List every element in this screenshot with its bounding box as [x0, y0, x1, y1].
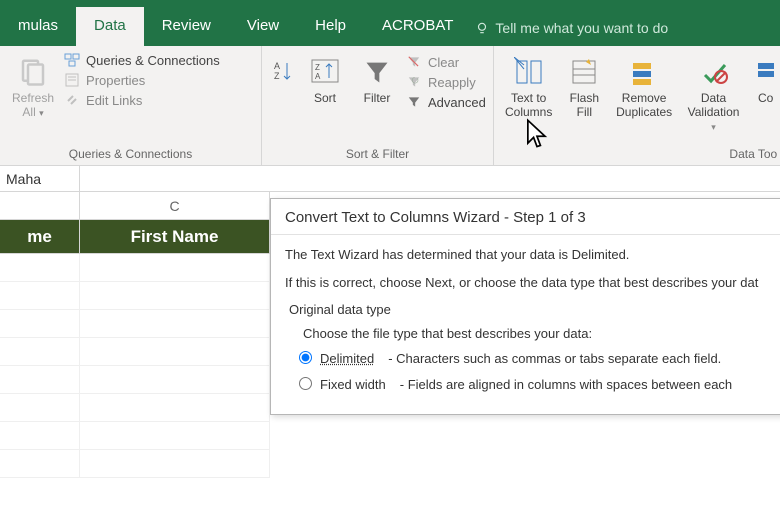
- clear-filter-button[interactable]: Clear: [406, 54, 486, 70]
- header-cell-c[interactable]: First Name: [80, 220, 270, 254]
- dialog-choose-text: Choose the file type that best describes…: [303, 324, 775, 344]
- ribbon-tabs: mulas Data Review View Help ACROBAT Tell…: [0, 0, 780, 46]
- tell-me-search[interactable]: Tell me what you want to do: [475, 20, 668, 46]
- queries-connections-button[interactable]: Queries & Connections: [64, 52, 220, 68]
- reapply-icon: [406, 74, 422, 90]
- col-header-blank[interactable]: [0, 192, 80, 220]
- chevron-down-icon: ▾: [39, 108, 44, 118]
- group-label-queries: Queries & Connections: [6, 145, 255, 163]
- tab-formulas[interactable]: mulas: [0, 7, 76, 46]
- cell[interactable]: [80, 282, 270, 310]
- cell[interactable]: [0, 366, 80, 394]
- tell-me-placeholder: Tell me what you want to do: [495, 20, 668, 36]
- svg-text:A: A: [315, 72, 321, 81]
- filter-icon: [363, 54, 391, 90]
- cell[interactable]: [80, 450, 270, 478]
- cell[interactable]: [80, 310, 270, 338]
- remove-duplicates-icon: [629, 54, 659, 90]
- header-cell-b[interactable]: me: [0, 220, 80, 254]
- ribbon: RefreshAll ▾ Queries & Connections Prope…: [0, 46, 780, 166]
- cell[interactable]: [80, 338, 270, 366]
- cell[interactable]: [0, 422, 80, 450]
- cell[interactable]: [0, 450, 80, 478]
- cell[interactable]: [0, 282, 80, 310]
- radio-fixed-width-desc: - Fields are aligned in columns with spa…: [400, 375, 732, 395]
- refresh-icon: [18, 54, 48, 90]
- sort-button[interactable]: ZA Sort: [300, 50, 350, 106]
- data-validation-icon: [699, 54, 729, 90]
- svg-text:A: A: [274, 61, 280, 71]
- tab-acrobat[interactable]: ACROBAT: [364, 7, 471, 46]
- cell[interactable]: [0, 338, 80, 366]
- text-to-columns-button[interactable]: Text toColumns: [500, 50, 557, 120]
- properties-button[interactable]: Properties: [64, 72, 220, 88]
- cell[interactable]: [0, 310, 80, 338]
- formula-bar-row: Maha: [0, 166, 780, 192]
- dialog-intro-1: The Text Wizard has determined that your…: [285, 245, 775, 265]
- flash-fill-icon: [569, 54, 599, 90]
- sort-az-button[interactable]: AZ: [268, 50, 298, 90]
- lightbulb-icon: [475, 21, 489, 35]
- radio-fixed-width-label[interactable]: Fixed width: [320, 375, 386, 395]
- radio-delimited-desc: - Characters such as commas or tabs sepa…: [388, 349, 721, 369]
- tab-help[interactable]: Help: [297, 7, 364, 46]
- group-label-datatools: Data Too: [500, 145, 780, 163]
- tab-review[interactable]: Review: [144, 7, 229, 46]
- radio-delimited[interactable]: [299, 351, 312, 364]
- text-to-columns-icon: [514, 54, 544, 90]
- group-label-sortfilter: Sort & Filter: [268, 145, 487, 163]
- tab-data[interactable]: Data: [76, 7, 144, 46]
- sort-icon: ZA: [310, 54, 340, 90]
- col-header-c[interactable]: C: [80, 192, 270, 220]
- filter-button[interactable]: Filter: [352, 50, 402, 106]
- dialog-group-label: Original data type: [289, 300, 775, 320]
- cell[interactable]: [80, 422, 270, 450]
- cell[interactable]: [80, 394, 270, 422]
- dialog-title: Convert Text to Columns Wizard - Step 1 …: [271, 199, 780, 235]
- cell[interactable]: [80, 254, 270, 282]
- advanced-filter-button[interactable]: Advanced: [406, 94, 486, 110]
- text-to-columns-wizard-dialog: Convert Text to Columns Wizard - Step 1 …: [270, 198, 780, 415]
- sort-az-icon: AZ: [272, 54, 294, 90]
- advanced-icon: [406, 94, 422, 110]
- clear-icon: [406, 54, 422, 70]
- chevron-down-icon: ▾: [711, 122, 716, 132]
- edit-links-icon: [64, 92, 80, 108]
- svg-text:Z: Z: [274, 71, 280, 81]
- name-box[interactable]: Maha: [0, 166, 80, 191]
- tab-view[interactable]: View: [229, 7, 297, 46]
- consolidate-button[interactable]: Co: [750, 50, 780, 106]
- svg-text:Z: Z: [315, 63, 320, 72]
- radio-fixed-width[interactable]: [299, 377, 312, 390]
- refresh-all-button[interactable]: RefreshAll ▾: [6, 50, 60, 120]
- reapply-button[interactable]: Reapply: [406, 74, 486, 90]
- connections-icon: [64, 52, 80, 68]
- radio-delimited-label[interactable]: Delimited: [320, 349, 374, 369]
- consolidate-icon: [756, 54, 776, 90]
- remove-duplicates-button[interactable]: RemoveDuplicates: [611, 50, 677, 120]
- flash-fill-button[interactable]: FlashFill: [559, 50, 609, 120]
- dialog-intro-2: If this is correct, choose Next, or choo…: [285, 273, 775, 293]
- data-validation-button[interactable]: DataValidation ▾: [679, 50, 748, 133]
- properties-icon: [64, 72, 80, 88]
- cell[interactable]: [0, 254, 80, 282]
- cell[interactable]: [80, 366, 270, 394]
- cell[interactable]: [0, 394, 80, 422]
- edit-links-button[interactable]: Edit Links: [64, 92, 220, 108]
